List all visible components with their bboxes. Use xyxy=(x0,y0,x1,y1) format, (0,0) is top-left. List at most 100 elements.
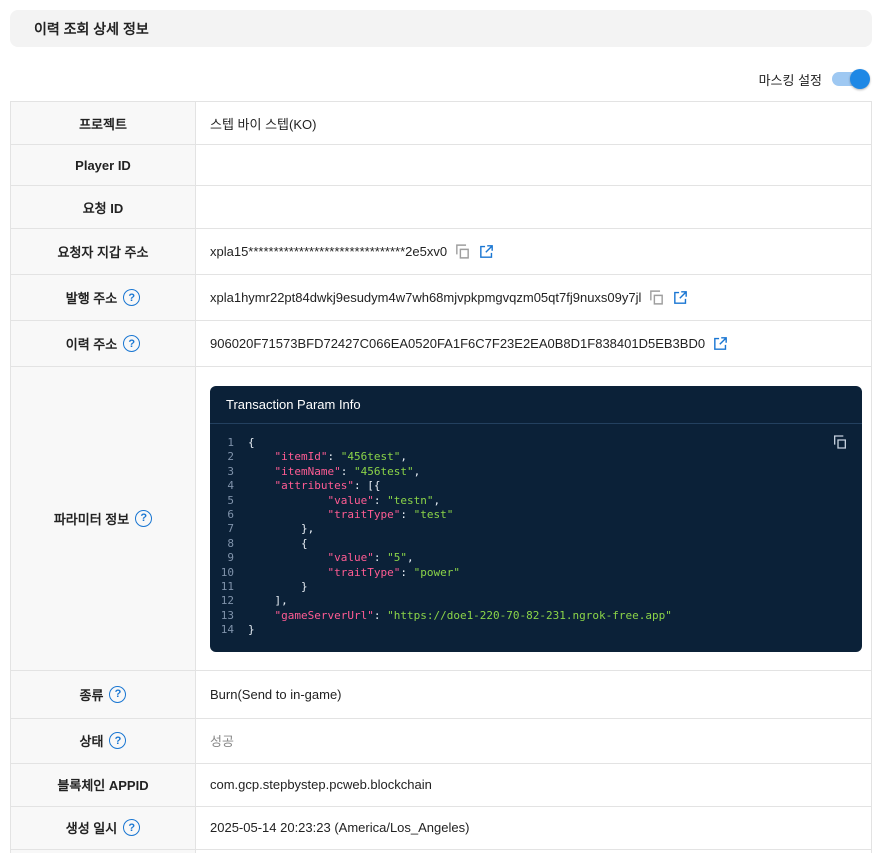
detail-table: 프로젝트 스텝 바이 스텝(KO) Player ID 요청 ID 요청자 지갑 주소 x… xyxy=(10,101,872,853)
table-row: 발행 주소? xpla1hymr22pt84dwkj9esudym4w7wh68m… xyxy=(11,275,871,321)
code-line: 8 { xyxy=(218,537,846,551)
table-row: 요청자 지갑 주소 xpla15*************************… xyxy=(11,229,871,275)
code-text: ], xyxy=(248,594,288,608)
row-value-text: 906020F71573BFD72427C066EA0520FA1F6C7F23… xyxy=(210,336,705,351)
row-value: 2025-05-14 20:23:23 (America/Los_Angeles… xyxy=(196,807,871,849)
row-label: 요청자 지갑 주소 xyxy=(11,229,196,274)
row-value: xpla15*******************************2e5… xyxy=(196,229,871,274)
code-text: }, xyxy=(248,522,314,536)
transaction-param-info-block: Transaction Param Info1{2 "itemId": "456… xyxy=(210,386,862,652)
row-value xyxy=(196,186,871,228)
row-value-text: 성공 xyxy=(210,731,234,750)
code-line: 7 }, xyxy=(218,522,846,536)
copy-icon[interactable] xyxy=(647,289,665,307)
table-row: 종류?Burn(Send to in-game) xyxy=(11,671,871,719)
code-text: { xyxy=(248,537,308,551)
help-icon[interactable]: ? xyxy=(109,686,126,703)
code-text: "itemId": "456test", xyxy=(248,450,407,464)
row-label: Player ID xyxy=(11,145,196,185)
code-line: 4 "attributes": [{ xyxy=(218,479,846,493)
table-row: 상태? 성공 xyxy=(11,719,871,764)
table-row: 프로젝트 스텝 바이 스텝(KO) xyxy=(11,102,871,145)
row-value-text: xpla1hymr22pt84dwkj9esudym4w7wh68mjvpkpm… xyxy=(210,290,641,305)
row-value: Transaction Param Info1{2 "itemId": "456… xyxy=(196,367,871,670)
code-line: 1{ xyxy=(218,436,846,450)
row-label: 프로젝트 xyxy=(11,102,196,144)
line-number: 14 xyxy=(218,623,248,637)
page-header: 이력 조회 상세 정보 xyxy=(10,10,872,47)
row-value: xpla1hymr22pt84dwkj9esudym4w7wh68mjvpkpm… xyxy=(196,275,871,320)
row-label-text: 생성 일시 xyxy=(66,818,117,837)
code-text: "attributes": [{ xyxy=(248,479,380,493)
code-block-body: 1{2 "itemId": "456test",3 "itemName": "4… xyxy=(210,424,862,652)
line-number: 3 xyxy=(218,465,248,479)
row-value-text: 2025-05-14 20:23:23 (America/Los_Angeles… xyxy=(210,820,469,835)
code-line: 6 "traitType": "test" xyxy=(218,508,846,522)
line-number: 1 xyxy=(218,436,248,450)
line-number: 13 xyxy=(218,609,248,623)
line-number: 4 xyxy=(218,479,248,493)
table-row: 파라미터 정보?Transaction Param Info1{2 "itemI… xyxy=(11,367,871,671)
row-label-text: 요청자 지갑 주소 xyxy=(58,242,149,261)
row-label-text: 블록체인 APPID xyxy=(57,775,148,794)
help-icon[interactable]: ? xyxy=(123,289,140,306)
help-icon[interactable]: ? xyxy=(123,819,140,836)
row-label-text: 발행 주소 xyxy=(66,288,117,307)
row-value-text: com.gcp.stepbystep.pcweb.blockchain xyxy=(210,777,432,792)
code-text: { xyxy=(248,436,255,450)
row-label: 이력 주소? xyxy=(11,321,196,366)
code-line: 5 "value": "testn", xyxy=(218,494,846,508)
code-wrap: Transaction Param Info1{2 "itemId": "456… xyxy=(210,373,862,664)
code-text: "itemName": "456test", xyxy=(248,465,420,479)
line-number: 7 xyxy=(218,522,248,536)
row-value: 906020F71573BFD72427C066EA0520FA1F6C7F23… xyxy=(196,321,871,366)
row-value: 성공 xyxy=(196,719,871,763)
row-label-text: 요청 ID xyxy=(83,198,124,217)
row-label: 종류? xyxy=(11,671,196,718)
masking-setting-row: 마스킹 설정 xyxy=(10,67,870,91)
table-row: Player ID xyxy=(11,145,871,186)
code-text: } xyxy=(248,623,255,637)
row-label-text: Player ID xyxy=(75,158,131,173)
code-line: 11 } xyxy=(218,580,846,594)
row-value-text: 스텝 바이 스텝(KO) xyxy=(210,114,316,133)
line-number: 12 xyxy=(218,594,248,608)
row-value-text: xpla15*******************************2e5… xyxy=(210,244,447,259)
code-line: 3 "itemName": "456test", xyxy=(218,465,846,479)
table-row: 블록체인 APPID com.gcp.stepbystep.pcweb.block… xyxy=(11,764,871,807)
toggle-knob xyxy=(850,69,870,89)
masking-toggle[interactable] xyxy=(832,72,866,86)
code-text: "value": "testn", xyxy=(248,494,440,508)
code-text: "traitType": "test" xyxy=(248,508,453,522)
code-line: 13 "gameServerUrl": "https://doe1-220-70… xyxy=(218,609,846,623)
line-number: 6 xyxy=(218,508,248,522)
code-line: 2 "itemId": "456test", xyxy=(218,450,846,464)
line-number: 5 xyxy=(218,494,248,508)
code-copy-icon[interactable] xyxy=(832,434,848,453)
line-number: 8 xyxy=(218,537,248,551)
line-number: 11 xyxy=(218,580,248,594)
code-block-title: Transaction Param Info xyxy=(210,386,862,424)
external-link-icon[interactable] xyxy=(711,335,729,353)
code-line: 12 ], xyxy=(218,594,846,608)
external-link-icon[interactable] xyxy=(671,289,689,307)
row-label: 발행 주소? xyxy=(11,275,196,320)
help-icon[interactable]: ? xyxy=(135,510,152,527)
code-text: "traitType": "power" xyxy=(248,566,460,580)
table-row: 이력 주소? 906020F71573BFD72427C066EA0520FA1F… xyxy=(11,321,871,367)
row-label-text: 프로젝트 xyxy=(79,114,127,133)
row-label-text: 파라미터 정보 xyxy=(54,509,129,528)
line-number: 10 xyxy=(218,566,248,580)
external-link-icon[interactable] xyxy=(477,243,495,261)
row-label-text: 이력 주소 xyxy=(66,334,117,353)
row-label: 파라미터 정보? xyxy=(11,367,196,670)
copy-icon[interactable] xyxy=(453,243,471,261)
help-icon[interactable]: ? xyxy=(109,732,126,749)
row-label: 상태? xyxy=(11,719,196,763)
row-label: 블록체인 APPID xyxy=(11,764,196,806)
row-label: 생성 일시? xyxy=(11,807,196,849)
masking-setting-label: 마스킹 설정 xyxy=(759,70,822,89)
page-title: 이력 조회 상세 정보 xyxy=(34,19,149,39)
table-row: 생성 일시? 2025-05-14 20:23:23 (America/Los_A… xyxy=(11,807,871,850)
help-icon[interactable]: ? xyxy=(123,335,140,352)
